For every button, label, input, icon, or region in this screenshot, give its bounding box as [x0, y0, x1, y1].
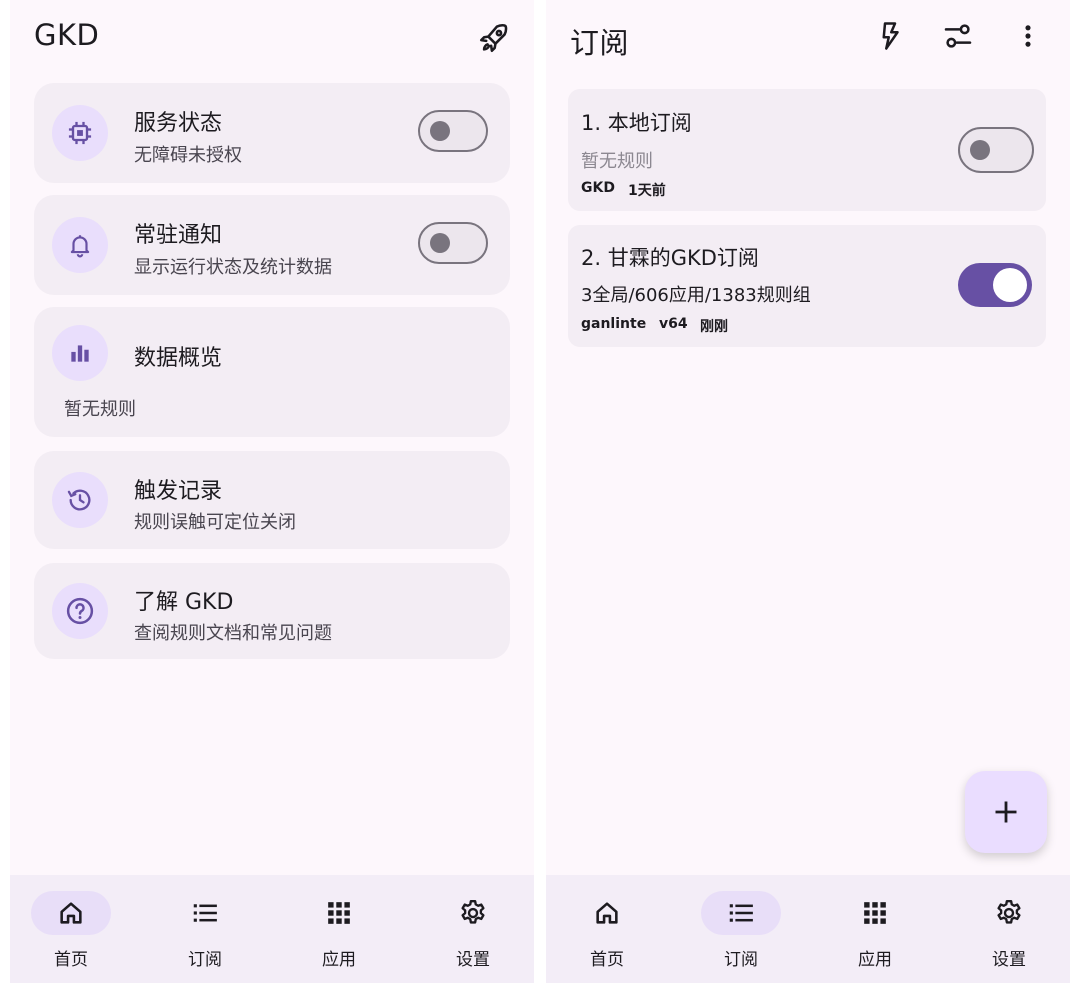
card-subtitle: 无障碍未授权: [134, 145, 242, 166]
bottom-navigation: 首页 订阅 应用 设置: [546, 875, 1070, 983]
subscription-title: 1. 本地订阅: [581, 111, 692, 135]
notification-card[interactable]: 常驻通知 显示运行状态及统计数据: [34, 195, 510, 295]
nav-item-home[interactable]: 首页: [547, 875, 647, 983]
nav-item-home[interactable]: 首页: [11, 875, 111, 983]
settings-icon: [997, 899, 1021, 924]
page-title: 订阅: [570, 26, 630, 60]
home-screen: GKD 服务状态 无障碍未授权 常驻通知 显示运行状态及统计数据 数据概览 暂无…: [10, 0, 534, 983]
subscription-version: v64: [659, 316, 688, 332]
subscription-author: GKD: [581, 180, 615, 196]
subscription-item[interactable]: 2. 甘霖的GKD订阅 3全局/606应用/1383规则组 ganlinte v…: [568, 225, 1046, 347]
subscription-item[interactable]: 1. 本地订阅 暂无规则 GKD 1天前: [568, 89, 1046, 211]
card-subtitle: 规则误触可定位关闭: [134, 512, 296, 533]
nav-label: 首页: [590, 950, 624, 970]
apps-grid-icon: [328, 902, 350, 924]
help-icon-circle: [52, 583, 108, 639]
card-title: 触发记录: [134, 479, 223, 504]
card-subtitle: 查阅规则文档和常见问题: [134, 623, 332, 644]
nav-label: 设置: [992, 950, 1026, 970]
card-title: 常驻通知: [134, 223, 223, 248]
nav-item-settings[interactable]: 设置: [949, 875, 1049, 983]
data-overview-card[interactable]: 数据概览 暂无规则: [34, 307, 510, 437]
nav-label: 首页: [54, 950, 88, 970]
nav-label: 订阅: [188, 950, 222, 970]
nav-item-subscriptions[interactable]: 订阅: [145, 875, 245, 983]
tune-icon[interactable]: [936, 14, 980, 58]
subscription-description: 暂无规则: [581, 151, 653, 172]
service-status-card[interactable]: 服务状态 无障碍未授权: [34, 83, 510, 183]
list-icon: [729, 904, 753, 922]
subscription-description: 3全局/606应用/1383规则组: [581, 285, 811, 306]
more-vert-icon[interactable]: [1006, 14, 1050, 58]
subscription-title: 2. 甘霖的GKD订阅: [581, 246, 759, 270]
settings-icon: [461, 899, 485, 924]
home-icon: [60, 902, 82, 924]
add-subscription-button[interactable]: [965, 771, 1047, 853]
bell-icon-circle: [52, 217, 108, 273]
rocket-icon[interactable]: [472, 16, 516, 60]
service-status-switch[interactable]: [418, 110, 488, 152]
nav-item-apps[interactable]: 应用: [279, 875, 379, 983]
card-title: 服务状态: [134, 111, 223, 136]
bottom-navigation: 首页 订阅 应用 设置: [10, 875, 534, 983]
app-title: GKD: [34, 18, 100, 52]
nav-item-apps[interactable]: 应用: [815, 875, 915, 983]
history-icon: [67, 489, 91, 511]
bar-chart-icon: [71, 345, 89, 362]
nav-label: 应用: [322, 950, 356, 970]
nav-label: 设置: [456, 950, 490, 970]
add-icon: [995, 801, 1017, 823]
card-title: 了解 GKD: [134, 590, 234, 615]
nav-label: 应用: [858, 950, 892, 970]
nav-label: 订阅: [724, 950, 758, 970]
flash-icon[interactable]: [868, 14, 912, 58]
subscriptions-screen: 订阅 1. 本地订阅 暂无规则 GKD 1天前 2. 甘霖的GKD订阅 3全局/…: [546, 0, 1070, 983]
history-icon-circle: [52, 472, 108, 528]
nav-item-settings[interactable]: 设置: [413, 875, 513, 983]
apps-grid-icon: [864, 902, 886, 924]
card-title: 数据概览: [134, 346, 223, 371]
subscription-switch[interactable]: [958, 127, 1034, 173]
notification-switch[interactable]: [418, 222, 488, 264]
chip-icon-circle: [52, 105, 108, 161]
subscription-switch[interactable]: [958, 263, 1032, 307]
subscription-author: ganlinte: [581, 316, 647, 332]
list-icon: [193, 904, 217, 922]
trigger-records-card[interactable]: 触发记录 规则误触可定位关闭: [34, 451, 510, 549]
card-subtitle: 暂无规则: [64, 399, 136, 420]
chip-icon: [68, 121, 92, 145]
help-circle-icon: [66, 597, 94, 625]
subscription-updated: 刚刚: [700, 319, 728, 335]
nav-item-subscriptions[interactable]: 订阅: [681, 875, 781, 983]
card-subtitle: 显示运行状态及统计数据: [134, 257, 332, 278]
subscription-updated: 1天前: [628, 183, 666, 199]
home-icon: [596, 902, 618, 924]
about-gkd-card[interactable]: 了解 GKD 查阅规则文档和常见问题: [34, 563, 510, 659]
bar-chart-icon-circle: [52, 325, 108, 381]
bell-icon: [70, 235, 90, 258]
